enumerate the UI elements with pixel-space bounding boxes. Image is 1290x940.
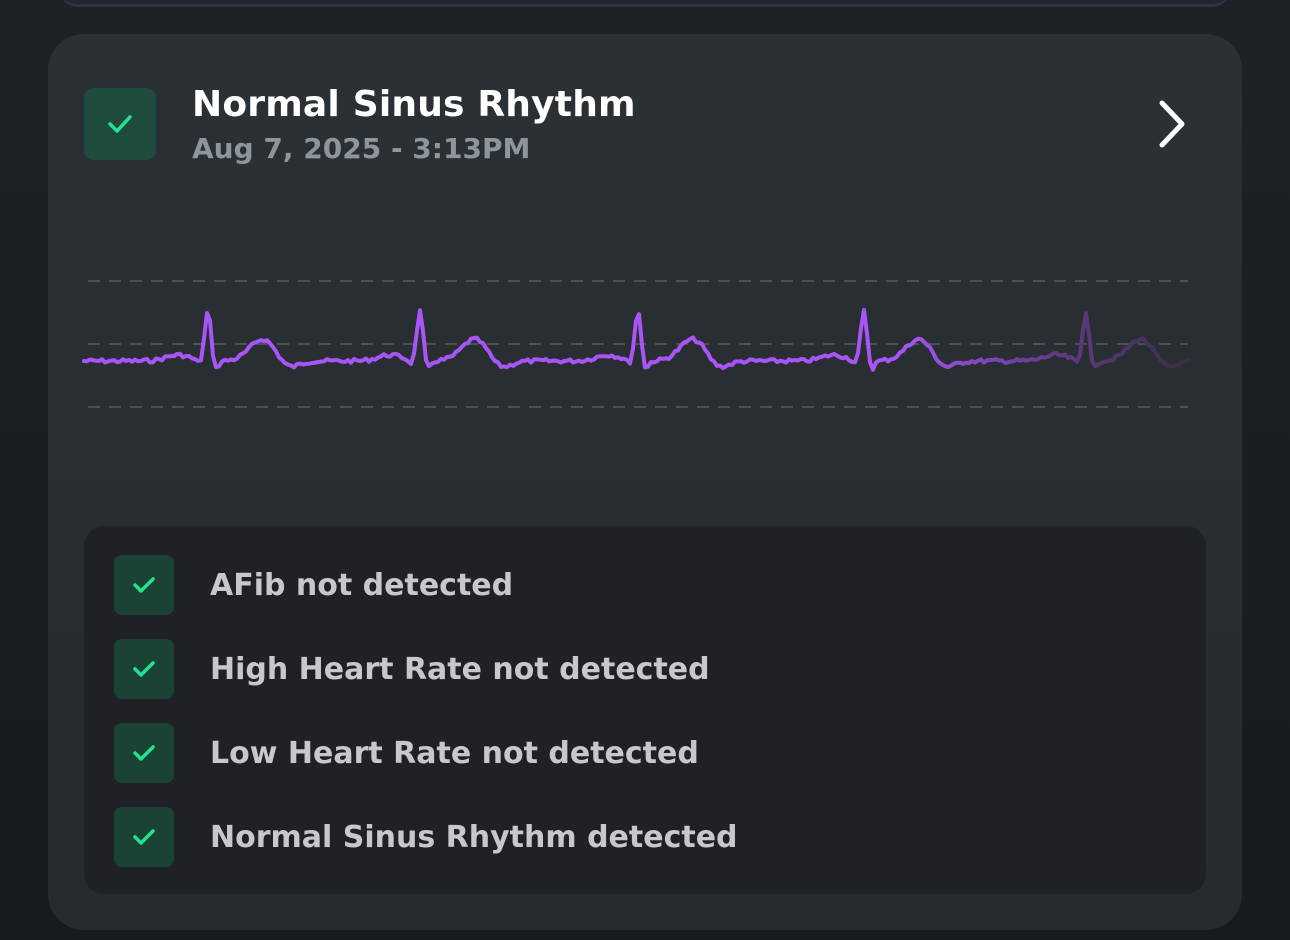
result-label: Normal Sinus Rhythm detected xyxy=(210,819,738,855)
checkmark-icon xyxy=(133,661,155,677)
previous-card-edge xyxy=(58,0,1232,7)
result-item-normal-sinus-rhythm: Normal Sinus Rhythm detected xyxy=(114,807,738,867)
ecg-trace xyxy=(82,308,1190,372)
checkmark-icon xyxy=(108,115,132,133)
open-reading-button[interactable] xyxy=(1152,96,1192,152)
result-check-badge xyxy=(114,807,174,867)
result-item-high-heart-rate: High Heart Rate not detected xyxy=(114,639,710,699)
ecg-reading-card[interactable]: Normal Sinus Rhythm Aug 7, 2025 - 3:13PM xyxy=(48,34,1242,930)
result-label: AFib not detected xyxy=(210,567,514,603)
result-label: High Heart Rate not detected xyxy=(210,651,710,687)
checkmark-icon xyxy=(133,829,155,845)
result-check-badge xyxy=(114,555,174,615)
checkmark-icon xyxy=(133,745,155,761)
result-label: Low Heart Rate not detected xyxy=(210,735,699,771)
result-item-afib: AFib not detected xyxy=(114,555,513,615)
result-check-badge xyxy=(114,639,174,699)
results-panel: AFib not detected High Heart Rate not de… xyxy=(84,526,1206,894)
status-badge xyxy=(84,88,156,160)
reading-timestamp: Aug 7, 2025 - 3:13PM xyxy=(192,132,531,165)
checkmark-icon xyxy=(133,577,155,593)
ecg-waveform xyxy=(82,280,1190,408)
reading-title: Normal Sinus Rhythm xyxy=(192,84,636,125)
chevron-right-icon xyxy=(1159,100,1185,148)
result-item-low-heart-rate: Low Heart Rate not detected xyxy=(114,723,699,783)
result-check-badge xyxy=(114,723,174,783)
